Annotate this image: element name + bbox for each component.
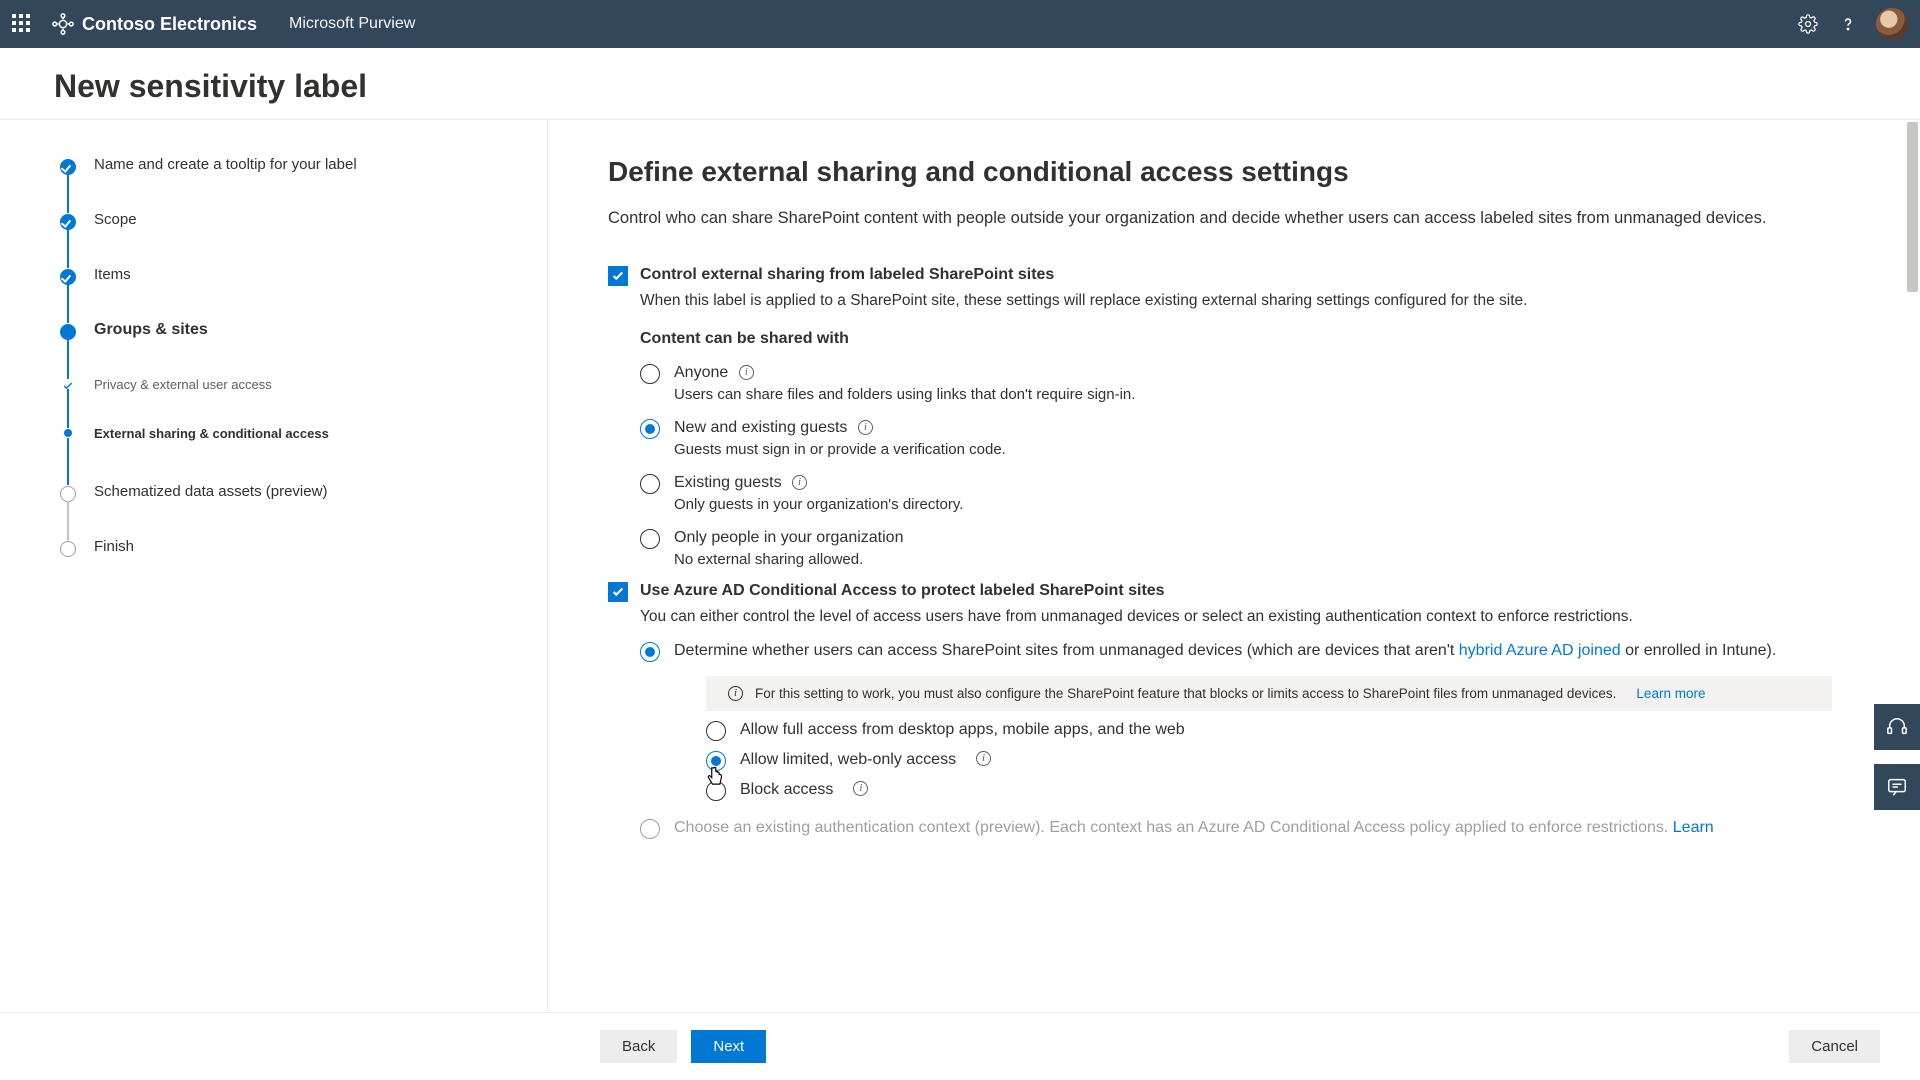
back-button[interactable]: Back xyxy=(600,1030,677,1063)
page-title: New sensitivity label xyxy=(54,68,1866,105)
top-bar: Contoso Electronics Microsoft Purview xyxy=(0,0,1920,48)
radio-new-existing-guests-label: New and existing guests xyxy=(674,419,847,436)
link-learn[interactable]: Learn xyxy=(1673,819,1714,836)
radio-allow-limited[interactable] xyxy=(706,751,726,771)
product-name[interactable]: Microsoft Purview xyxy=(289,15,415,33)
radio-auth-context-label: Choose an existing authentication contex… xyxy=(674,819,1714,836)
wizard-steps-sidebar: Name and create a tooltip for your label… xyxy=(0,120,548,1080)
radio-unmanaged-devices-label: Determine whether users can access Share… xyxy=(674,642,1776,659)
radio-anyone-hint: Users can share files and folders using … xyxy=(674,386,1832,403)
step-schematized-data[interactable]: Schematized data assets (preview) xyxy=(60,483,515,538)
radio-anyone-label: Anyone xyxy=(674,364,728,381)
content-heading: Define external sharing and conditional … xyxy=(608,156,1832,188)
content-pane: ▾ Define external sharing and conditiona… xyxy=(548,120,1920,1080)
settings-icon[interactable] xyxy=(1788,0,1828,48)
checkbox-control-external-sharing[interactable] xyxy=(608,266,628,286)
step-scope[interactable]: Scope xyxy=(60,211,515,266)
brand-logo-icon xyxy=(52,13,74,35)
radio-block-access-label: Block access xyxy=(740,781,833,799)
info-icon[interactable]: i xyxy=(853,781,868,796)
cancel-button[interactable]: Cancel xyxy=(1789,1030,1880,1063)
step-name-tooltip[interactable]: Name and create a tooltip for your label xyxy=(60,156,515,211)
next-button[interactable]: Next xyxy=(691,1030,766,1063)
radio-anyone[interactable] xyxy=(640,364,660,384)
radio-allow-full-access-label: Allow full access from desktop apps, mob… xyxy=(740,721,1185,739)
substep-privacy-external[interactable]: Privacy & external user access xyxy=(60,377,515,426)
info-icon[interactable]: i xyxy=(976,751,991,766)
checkbox2-hint: You can either control the level of acce… xyxy=(640,608,1832,626)
content-shared-with-title: Content can be shared with xyxy=(640,330,1832,348)
step-finish[interactable]: Finish xyxy=(60,538,515,611)
app-launcher-icon[interactable] xyxy=(12,14,32,34)
avatar[interactable] xyxy=(1876,8,1908,40)
brand-name: Contoso Electronics xyxy=(82,14,257,35)
feedback-chat-icon[interactable] xyxy=(1874,764,1920,810)
substep-external-sharing[interactable]: External sharing & conditional access xyxy=(60,426,515,483)
radio-block-access[interactable] xyxy=(706,781,726,801)
radio-only-org[interactable] xyxy=(640,529,660,549)
radio-allow-full-access[interactable] xyxy=(706,721,726,741)
checkbox1-hint: When this label is applied to a SharePoi… xyxy=(640,292,1832,310)
info-icon[interactable]: i xyxy=(858,420,873,435)
radio-new-existing-guests[interactable] xyxy=(640,419,660,439)
wizard-footer: Back Next Cancel xyxy=(0,1012,1920,1080)
radio-only-org-hint: No external sharing allowed. xyxy=(674,551,1832,568)
radio-existing-guests-hint: Only guests in your organization's direc… xyxy=(674,496,1832,513)
checkbox-azure-ad-ca[interactable] xyxy=(608,582,628,602)
scrollbar[interactable]: ▾ xyxy=(1905,120,1920,1080)
help-icon[interactable] xyxy=(1828,0,1868,48)
scrollbar-thumb[interactable] xyxy=(1907,122,1918,292)
link-hybrid-azure-ad[interactable]: hybrid Azure AD joined xyxy=(1459,642,1621,659)
radio-unmanaged-devices[interactable] xyxy=(640,642,660,662)
radio-auth-context[interactable] xyxy=(640,819,660,839)
checkbox-azure-ad-ca-label: Use Azure AD Conditional Access to prote… xyxy=(640,582,1165,600)
content-description: Control who can share SharePoint content… xyxy=(608,206,1828,232)
link-learn-more[interactable]: Learn more xyxy=(1636,686,1705,701)
info-banner-text: For this setting to work, you must also … xyxy=(755,686,1616,701)
step-groups-sites[interactable]: Groups & sites xyxy=(60,321,515,377)
info-icon[interactable]: i xyxy=(739,365,754,380)
info-icon: i xyxy=(728,686,743,701)
support-headset-icon[interactable] xyxy=(1874,704,1920,750)
radio-existing-guests-label: Existing guests xyxy=(674,474,782,491)
info-icon[interactable]: i xyxy=(792,475,807,490)
brand: Contoso Electronics xyxy=(52,13,257,35)
radio-only-org-label: Only people in your organization xyxy=(674,529,903,546)
info-banner: i For this setting to work, you must als… xyxy=(706,676,1832,711)
radio-existing-guests[interactable] xyxy=(640,474,660,494)
radio-new-existing-guests-hint: Guests must sign in or provide a verific… xyxy=(674,441,1832,458)
radio-allow-limited-label: Allow limited, web-only access xyxy=(740,751,956,769)
page-header: New sensitivity label xyxy=(0,48,1920,120)
step-items[interactable]: Items xyxy=(60,266,515,321)
checkbox-control-external-sharing-label: Control external sharing from labeled Sh… xyxy=(640,266,1054,284)
